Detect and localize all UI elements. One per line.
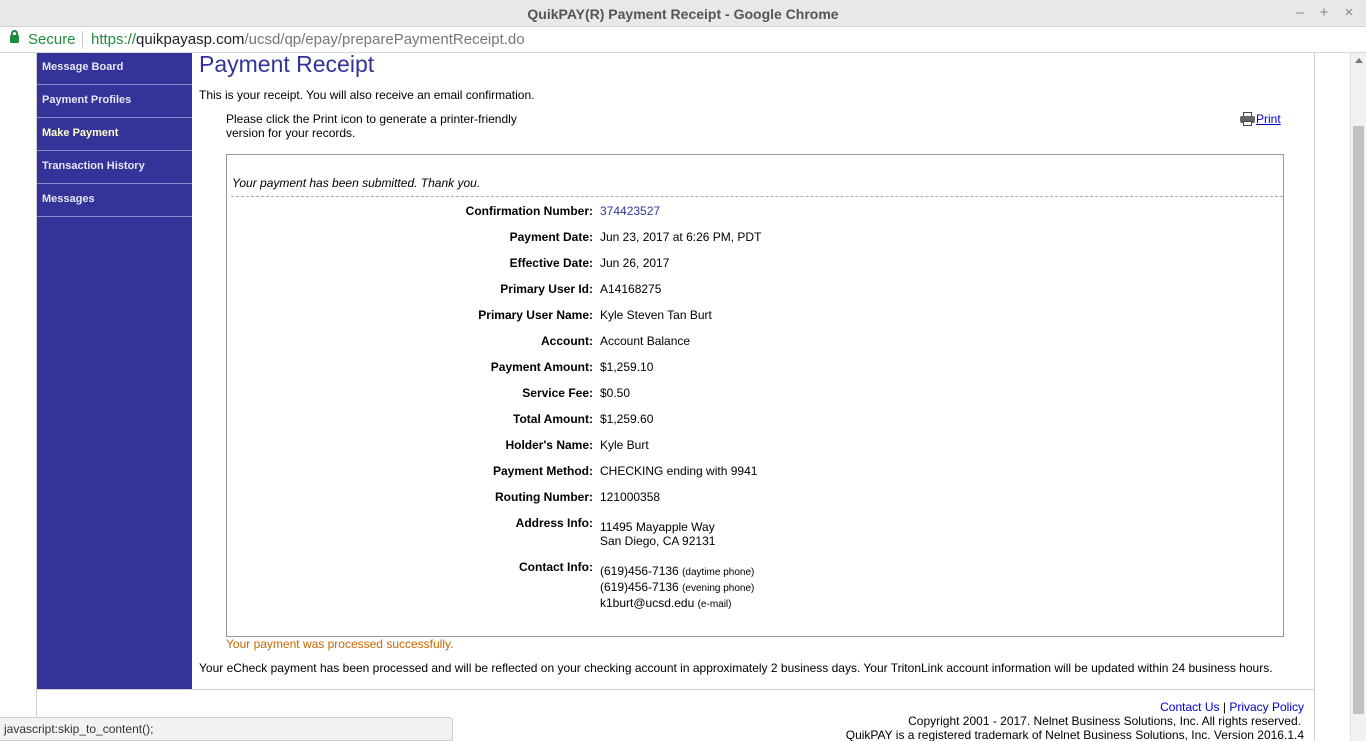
success-message: Your payment was processed successfully. (226, 637, 454, 651)
phone-daytime-note: (daytime phone) (682, 567, 755, 578)
user-id-label: Primary User Id: (500, 282, 593, 296)
account-value: Account Balance (600, 334, 691, 348)
sidebar-item-transaction-history[interactable]: Transaction History (37, 151, 192, 184)
total-amount-label: Total Amount: (513, 412, 593, 426)
payment-method-label: Payment Method: (492, 464, 593, 478)
sidebar-item-payment-profiles[interactable]: Payment Profiles (37, 85, 192, 118)
address-separator (82, 31, 83, 49)
service-fee-label: Service Fee: (522, 386, 593, 400)
scroll-thumb[interactable] (1353, 126, 1364, 714)
url-path: /ucsd/qp/epay/preparePaymentReceipt.do (244, 31, 525, 48)
payment-amount-value: $1,259.10 (600, 360, 654, 374)
routing-value: 121000358 (600, 490, 661, 504)
payment-date-value: Jun 23, 2017 at 6:26 PM, PDT (600, 230, 762, 244)
footer-link-divider: | (1222, 700, 1226, 714)
privacy-policy-link[interactable]: Privacy Policy (1229, 700, 1304, 714)
window-titlebar: QuikPAY(R) Payment Receipt - Google Chro… (0, 0, 1366, 27)
print-button[interactable]: Print (1240, 112, 1281, 126)
phone-daytime: (619)456-7136 (600, 564, 679, 578)
service-fee-value: $0.50 (600, 386, 631, 400)
holder-value: Kyle Burt (600, 438, 649, 452)
sidebar-item-messages[interactable]: Messages (37, 184, 192, 217)
print-label[interactable]: Print (1256, 112, 1281, 126)
trademark-text: QuikPAY is a registered trademark of Nel… (845, 728, 1304, 741)
url-host: quikpayasp.com (136, 31, 245, 48)
holder-label: Holder's Name: (505, 438, 593, 452)
receipt-box: Your payment has been submitted. Thank y… (226, 154, 1284, 637)
account-label: Account: (541, 334, 593, 348)
address-line-1: 11495 Mayapple Way (600, 520, 715, 534)
maximize-icon[interactable]: + (1316, 4, 1332, 21)
user-name-label: Primary User Name: (478, 308, 593, 322)
close-icon[interactable]: × (1341, 4, 1357, 21)
dashed-divider (231, 196, 1283, 197)
address-bar[interactable]: Secure https://quikpayasp.com/ucsd/qp/ep… (0, 27, 1366, 53)
payment-date-label: Payment Date: (509, 230, 593, 244)
contact-us-link[interactable]: Contact Us (1160, 700, 1219, 714)
secure-label[interactable]: Secure (28, 31, 76, 48)
footer-links: Contact Us | Privacy Policy (1160, 700, 1304, 714)
lock-icon[interactable] (10, 30, 19, 43)
copyright-text: Copyright 2001 - 2017. Nelnet Business S… (908, 714, 1301, 728)
submitted-message: Your payment has been submitted. Thank y… (232, 176, 481, 190)
status-bubble: javascript:skip_to_content(); (0, 717, 453, 741)
scroll-up-icon[interactable] (1355, 58, 1363, 63)
page-viewport: Message Board Payment Profiles Make Paym… (0, 53, 1366, 741)
sidebar-item-message-board[interactable]: Message Board (37, 53, 192, 85)
address-value: 11495 Mayapple Way San Diego, CA 92131 (600, 520, 715, 548)
user-name-value: Kyle Steven Tan Burt (600, 308, 712, 322)
payment-amount-label: Payment Amount: (490, 360, 593, 374)
minimize-icon[interactable]: – (1292, 4, 1308, 21)
echeck-message: Your eCheck payment has been processed a… (199, 661, 1273, 675)
window-title: QuikPAY(R) Payment Receipt - Google Chro… (527, 6, 839, 22)
payment-method-value: CHECKING ending with 9941 (600, 464, 758, 478)
url-text[interactable]: https://quikpayasp.com/ucsd/qp/epay/prep… (91, 31, 525, 48)
frame-right-border (1314, 53, 1315, 741)
address-label: Address Info: (515, 516, 593, 530)
footer-divider (36, 689, 1315, 690)
phone-evening-note: (evening phone) (682, 583, 755, 594)
routing-label: Routing Number: (495, 490, 593, 504)
total-amount-value: $1,259.60 (600, 412, 654, 426)
effective-date-label: Effective Date: (509, 256, 593, 270)
phone-evening: (619)456-7136 (600, 580, 679, 594)
confirmation-value: 374423527 (600, 204, 661, 218)
printer-icon[interactable] (1240, 112, 1255, 126)
page-title: Payment Receipt (199, 53, 375, 77)
email-value: k1burt@ucsd.edu (600, 596, 695, 610)
user-id-value: A14168275 (600, 282, 662, 296)
contact-value: (619)456-7136 (daytime phone) (619)456-7… (600, 564, 754, 612)
vertical-scrollbar[interactable] (1350, 53, 1366, 741)
effective-date-value: Jun 26, 2017 (600, 256, 670, 270)
url-scheme: https:// (91, 31, 137, 48)
sidebar-item-make-payment[interactable]: Make Payment (37, 118, 192, 151)
address-line-2: San Diego, CA 92131 (600, 534, 716, 548)
email-note: (e-mail) (697, 599, 732, 610)
intro-text: This is your receipt. You will also rece… (199, 88, 535, 102)
sidebar-nav: Message Board Payment Profiles Make Paym… (36, 53, 192, 689)
contact-label: Contact Info: (519, 560, 593, 574)
confirmation-label: Confirmation Number: (465, 204, 593, 218)
print-hint: Please click the Print icon to generate … (226, 112, 517, 140)
